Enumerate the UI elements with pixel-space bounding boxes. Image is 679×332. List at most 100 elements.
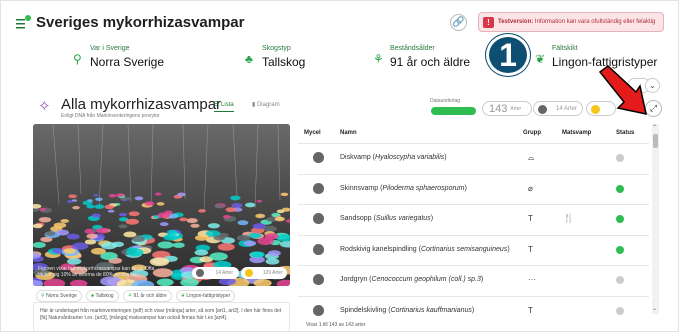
mycelium-blob bbox=[231, 203, 243, 208]
mycelium-blob bbox=[159, 222, 169, 227]
chip-field-layer-label: Lingon-fattigristyper bbox=[186, 293, 231, 299]
mycelium-blob bbox=[186, 218, 198, 224]
chip-stand-age[interactable]: ⚘ 91 år och äldre bbox=[122, 290, 172, 302]
species-name[interactable]: Spindelskivling (Cortinarius kauffmanian… bbox=[340, 307, 474, 314]
mycelium-blob bbox=[123, 231, 137, 238]
list-icon: ☰ bbox=[214, 102, 222, 108]
mycelium-blob bbox=[45, 231, 56, 236]
mycelium-blob bbox=[71, 199, 78, 202]
filter-region-value: Norra Sverige bbox=[90, 55, 165, 69]
test-version-alert: ! Testversion: Information kan vara oful… bbox=[478, 12, 664, 32]
status-dot bbox=[616, 245, 624, 254]
image-yellow-pill-text: 129 Arter bbox=[262, 270, 283, 276]
image-dark-pill-text: 14 Arter bbox=[215, 270, 233, 276]
group-icon: T bbox=[528, 214, 533, 224]
mycelium-blob bbox=[96, 227, 110, 234]
mycelium-blob bbox=[276, 209, 285, 214]
mycelium-blob bbox=[91, 213, 101, 218]
mycelium-blob bbox=[255, 213, 266, 219]
species-name[interactable]: Sandsopp (Suillus variegatus) bbox=[340, 215, 433, 222]
species-name[interactable]: Jordgryn (Cenococcum geophilum (coll.) s… bbox=[340, 276, 483, 283]
mycelium-blob bbox=[68, 194, 77, 199]
mycelium-blob bbox=[86, 204, 95, 209]
mycelium-blob bbox=[104, 204, 115, 210]
species-name[interactable]: Skinnsvamp (Piloderma sphaerosporum) bbox=[340, 185, 467, 192]
tab-chart[interactable]: ▮ Diagram bbox=[252, 101, 280, 108]
mycelium-blob bbox=[95, 197, 103, 201]
table-scroll-thumb[interactable] bbox=[653, 134, 658, 148]
scroll-up-icon[interactable]: ⌃ bbox=[652, 124, 657, 131]
mycelium-blob bbox=[190, 223, 200, 228]
chip-field-layer[interactable]: ❦ Lingon-fattigristyper bbox=[175, 290, 236, 302]
link-icon: 🔗 bbox=[452, 17, 465, 28]
chip-region-label: Norra Sverige bbox=[46, 293, 77, 299]
description-box: Här är underlaget från markinventeringen… bbox=[33, 302, 290, 332]
species-latin-name: Cenococcum geophilum (coll.) sp.3 bbox=[371, 276, 481, 284]
species-count-pill[interactable]: 143 Arter bbox=[482, 101, 532, 116]
species-name[interactable]: Diskvamp (Hyaloscypha variabilis) bbox=[340, 154, 447, 161]
mycelium-blob bbox=[118, 224, 128, 229]
species-common-name: Rodskivig kanelspindling bbox=[340, 245, 417, 253]
mycelium-blob bbox=[209, 252, 228, 261]
mycelium-blob bbox=[271, 212, 281, 217]
mycelium-blob bbox=[86, 233, 98, 239]
step-number-badge: 1 bbox=[486, 34, 530, 76]
species-count-unit: Arter bbox=[510, 105, 522, 112]
mycelium-blob bbox=[264, 233, 279, 240]
mycelium-blob bbox=[213, 235, 226, 241]
col-header-food[interactable]: Matsvamp bbox=[562, 130, 591, 136]
col-header-mycel[interactable]: Mycel bbox=[304, 130, 321, 136]
species-latin-name: Cortinarius kauffmanianus bbox=[390, 306, 472, 314]
chip-region[interactable]: ⚲ Norra Sverige bbox=[36, 290, 82, 302]
section-subtitle: Enligt DNA från Markinventeringens provy… bbox=[61, 113, 160, 119]
tab-list[interactable]: ☰ Lista bbox=[214, 101, 234, 112]
mycelium-blob bbox=[250, 251, 265, 258]
alert-icon: ! bbox=[483, 16, 494, 28]
filter-region[interactable]: Var i Sverige Norra Sverige bbox=[90, 45, 164, 69]
chip-forest-type[interactable]: ♣ Tallskog bbox=[85, 290, 119, 302]
image-yellow-pill: 129 Arter bbox=[241, 267, 287, 279]
filter-forest-type-label: Skogstyp bbox=[262, 45, 291, 52]
species-common-name: Sandsopp bbox=[340, 215, 372, 223]
location-pin-icon: ⚲ bbox=[73, 52, 82, 66]
mycel-icon bbox=[313, 274, 324, 286]
mycelium-blob bbox=[244, 202, 256, 208]
species-latin-name: Cortinarius semisanguineus bbox=[420, 245, 508, 253]
mycelium-blob bbox=[66, 233, 80, 240]
filter-stand-age[interactable]: Beståndsålder 91 år och äldre bbox=[390, 45, 470, 69]
col-header-name[interactable]: Namn bbox=[340, 130, 357, 136]
mycelium-blob bbox=[230, 195, 241, 201]
mycelium-blob bbox=[71, 242, 89, 250]
table-scrollbar[interactable] bbox=[652, 124, 659, 314]
mycel-icon bbox=[313, 304, 324, 316]
filter-forest-type[interactable]: Skogstyp Tallskog bbox=[262, 45, 305, 69]
dark-mycel-toggle[interactable]: 14 Arter bbox=[533, 101, 583, 116]
mycelium-blob bbox=[280, 192, 289, 197]
species-name[interactable]: Rodskivig kanelspindling (Cortinarius se… bbox=[340, 246, 510, 253]
filter-chips: ⚲ Norra Sverige ♣ Tallskog ⚘ 91 år och ä… bbox=[36, 290, 236, 302]
mycelium-blob bbox=[38, 216, 52, 223]
mycelium-blob bbox=[157, 212, 171, 219]
mycelium-blob bbox=[84, 239, 97, 245]
group-icon: ··· bbox=[528, 275, 536, 285]
dark-mycel-icon bbox=[538, 105, 547, 114]
chevron-down-icon: ⌄ bbox=[649, 81, 656, 90]
chip-stand-age-label: 91 år och äldre bbox=[133, 293, 167, 299]
mycelium-blob bbox=[252, 223, 266, 230]
mycelium-blob bbox=[144, 201, 155, 206]
mycelium-blob bbox=[179, 217, 188, 222]
mycelium-blob bbox=[72, 205, 80, 210]
col-header-status[interactable]: Status bbox=[616, 130, 634, 136]
red-arrow-annotation bbox=[598, 66, 647, 115]
mycelium-blob bbox=[66, 258, 82, 265]
scroll-down-icon[interactable]: ⌄ bbox=[652, 305, 657, 312]
share-link-button[interactable]: 🔗 bbox=[450, 14, 467, 31]
mycel-icon bbox=[313, 182, 324, 194]
mycelium-blob bbox=[126, 248, 144, 257]
mycelium-blob bbox=[108, 193, 117, 198]
mycelium-blob bbox=[94, 204, 105, 209]
col-header-group[interactable]: Grupp bbox=[523, 130, 541, 136]
group-icon: T bbox=[528, 244, 533, 254]
mycelium-blob bbox=[222, 214, 231, 219]
mycelium-blob bbox=[107, 209, 115, 213]
